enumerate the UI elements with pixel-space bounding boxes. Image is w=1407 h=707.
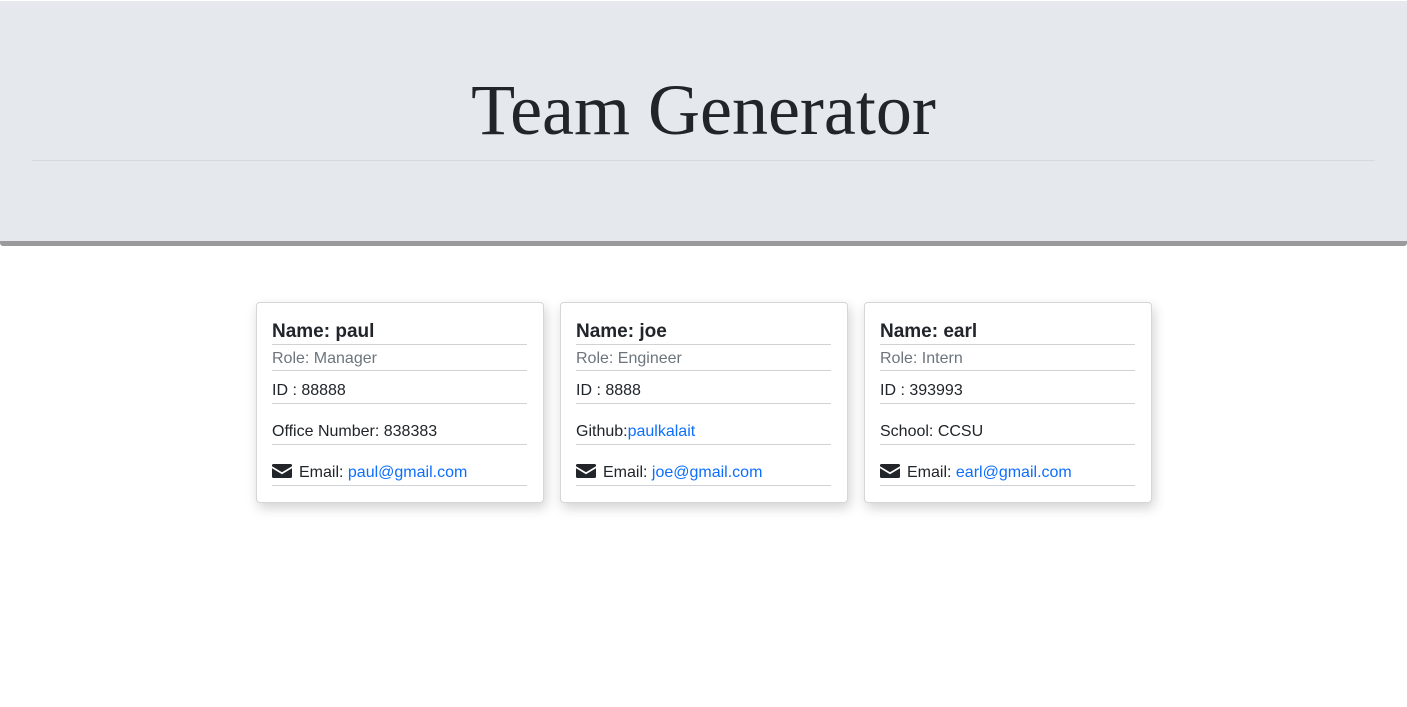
- employee-card: Name: paul Role: Manager ID : 88888 Offi…: [256, 302, 544, 503]
- employee-card: Name: joe Role: Engineer ID : 8888 Githu…: [560, 302, 848, 503]
- github-link[interactable]: paulkalait: [628, 423, 696, 440]
- employee-id: ID : 88888: [272, 381, 527, 404]
- email-label: Email:: [907, 464, 956, 481]
- email-row: Email: joe@gmail.com: [576, 463, 831, 486]
- email-row: Email: earl@gmail.com: [880, 463, 1135, 486]
- envelope-icon: [272, 464, 292, 478]
- email-link[interactable]: earl@gmail.com: [956, 464, 1072, 481]
- office-number: Office Number: 838383: [272, 422, 527, 445]
- employee-id: ID : 393993: [880, 381, 1135, 404]
- school-text: School: CCSU: [880, 423, 984, 440]
- envelope-icon: [880, 464, 900, 478]
- employee-name: Name: joe: [576, 320, 831, 345]
- page-title: Team Generator: [471, 70, 936, 150]
- email-link[interactable]: joe@gmail.com: [652, 464, 763, 481]
- envelope-icon: [576, 464, 596, 478]
- employee-name: Name: earl: [880, 320, 1135, 345]
- github-label: Github:: [576, 423, 628, 440]
- employee-role: Role: Intern: [880, 349, 1135, 371]
- employee-name: Name: paul: [272, 320, 527, 345]
- employee-role: Role: Engineer: [576, 349, 831, 371]
- email-row: Email: paul@gmail.com: [272, 463, 527, 486]
- office-number-text: Office Number: 838383: [272, 423, 438, 440]
- employee-id: ID : 8888: [576, 381, 831, 404]
- email-link[interactable]: paul@gmail.com: [348, 464, 467, 481]
- header-jumbotron: Team Generator: [0, 1, 1407, 246]
- header-divider: [32, 160, 1375, 161]
- employee-card: Name: earl Role: Intern ID : 393993 Scho…: [864, 302, 1152, 503]
- employee-role: Role: Manager: [272, 349, 527, 371]
- github-row: Github:paulkalait: [576, 422, 831, 445]
- email-label: Email:: [299, 464, 348, 481]
- school-row: School: CCSU: [880, 422, 1135, 445]
- email-label: Email:: [603, 464, 652, 481]
